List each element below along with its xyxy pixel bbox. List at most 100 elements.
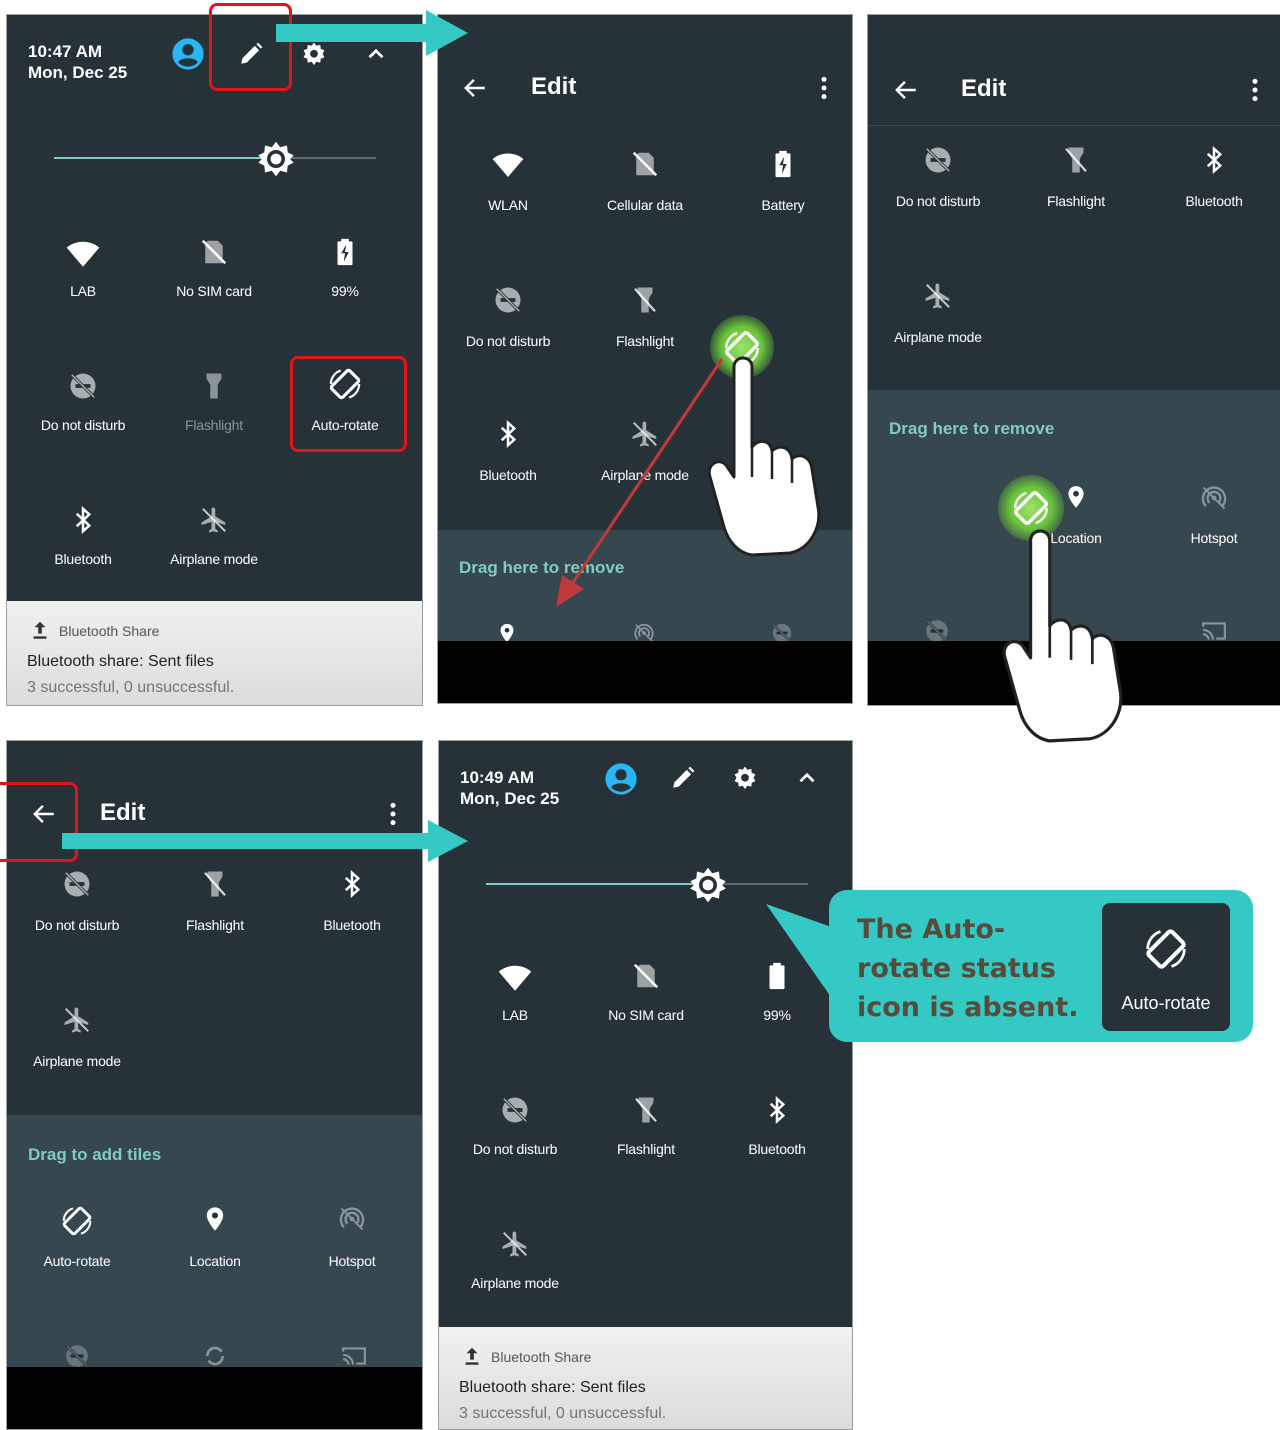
flow-arrow-2 bbox=[62, 820, 468, 862]
upload-icon bbox=[461, 1345, 483, 1367]
status-time: 10:49 AM bbox=[460, 768, 535, 787]
tile-label: Airplane mode bbox=[170, 551, 258, 567]
tile-flashlight[interactable]: Flashlight bbox=[145, 869, 285, 933]
tile-label: No SIM card bbox=[608, 1007, 684, 1023]
settings-gear-icon[interactable] bbox=[732, 765, 758, 791]
tile-dnd[interactable]: Do not disturb bbox=[7, 869, 147, 933]
nav-bar bbox=[7, 1367, 422, 1429]
tile-airplane[interactable]: Airplane mode bbox=[445, 1229, 585, 1291]
wifi-icon bbox=[498, 961, 532, 995]
tile-location[interactable]: Location bbox=[145, 1205, 285, 1269]
tile-label: LAB bbox=[70, 283, 96, 299]
tile-flashlight[interactable]: Flashlight bbox=[144, 371, 284, 433]
tile-label: Bluetooth bbox=[1185, 193, 1243, 209]
tile-sim[interactable]: No SIM card bbox=[144, 237, 284, 299]
user-icon[interactable] bbox=[171, 37, 205, 71]
tile-label: Bluetooth bbox=[54, 551, 112, 567]
airplane-icon bbox=[62, 1005, 92, 1035]
notification-app: Bluetooth Share bbox=[59, 623, 160, 639]
airplane-icon bbox=[500, 1229, 530, 1259]
tile-label: 99% bbox=[331, 283, 359, 299]
tile-label: Flashlight bbox=[185, 417, 243, 433]
drag-add-label: Drag to add tiles bbox=[28, 1145, 162, 1164]
collapse-chevron-icon[interactable] bbox=[794, 765, 820, 791]
location-icon bbox=[201, 1205, 229, 1233]
tile-label: Airplane mode bbox=[33, 1053, 121, 1069]
tile-dnd[interactable]: Do not disturb bbox=[445, 1095, 585, 1157]
tile-label: Airplane mode bbox=[894, 329, 982, 345]
tile-label: Airplane mode bbox=[471, 1275, 559, 1291]
auto-rotate-icon bbox=[61, 1205, 93, 1237]
tile-hotspot[interactable]: Hotspot bbox=[282, 1205, 422, 1269]
tile-label: LAB bbox=[502, 1007, 528, 1023]
tile-dnd[interactable]: Do not disturb bbox=[13, 371, 153, 433]
tile-battery[interactable]: 99% bbox=[275, 237, 415, 299]
hotspot-icon bbox=[338, 1205, 366, 1233]
highlight-auto-rotate bbox=[290, 356, 407, 452]
edit-title: Edit bbox=[961, 75, 1007, 102]
tile-flashlight[interactable]: Flashlight bbox=[1006, 145, 1146, 209]
user-icon[interactable] bbox=[604, 762, 638, 796]
tile-label: Bluetooth bbox=[323, 917, 381, 933]
divider bbox=[868, 125, 1280, 126]
tile-auto-rotate[interactable]: Auto-rotate bbox=[7, 1205, 147, 1269]
dnd-off-icon bbox=[64, 1343, 90, 1369]
tile-flashlight[interactable]: Flashlight bbox=[576, 1095, 716, 1157]
tile-wifi[interactable]: LAB bbox=[445, 961, 585, 1023]
flashlight-icon bbox=[1061, 145, 1091, 175]
hand-pointer-icon bbox=[706, 327, 836, 557]
tile-airplane[interactable]: Airplane mode bbox=[868, 281, 1008, 345]
do-not-disturb-icon bbox=[923, 145, 953, 175]
tile-dnd[interactable]: Do not disturb bbox=[868, 145, 1008, 209]
tile-label: Flashlight bbox=[617, 1141, 675, 1157]
flashlight-icon bbox=[199, 371, 229, 401]
tile-sim[interactable]: No SIM card bbox=[576, 961, 716, 1023]
tile-label: Bluetooth bbox=[748, 1141, 806, 1157]
brightness-icon[interactable] bbox=[258, 141, 294, 177]
tile-label: Flashlight bbox=[1047, 193, 1105, 209]
tile-label: Do not disturb bbox=[34, 917, 120, 933]
edit-pencil-icon[interactable] bbox=[670, 765, 696, 791]
no-sim-icon bbox=[199, 237, 229, 267]
tile-airplane[interactable]: Airplane mode bbox=[7, 1005, 147, 1069]
tile-bluetooth[interactable]: Bluetooth bbox=[1144, 145, 1280, 209]
more-options-icon[interactable] bbox=[1242, 77, 1268, 103]
tile-label: Hotspot bbox=[1190, 530, 1238, 546]
no-sim-icon bbox=[631, 961, 661, 991]
do-not-disturb-icon bbox=[500, 1095, 530, 1125]
drag-add-area[interactable]: Drag to add tiles Auto-rotate Location H… bbox=[7, 1115, 422, 1369]
callout-box: The Auto-rotate status icon is absent. A… bbox=[829, 890, 1253, 1042]
tile-label: Do not disturb bbox=[472, 1141, 558, 1157]
drag-remove-label: Drag here to remove bbox=[889, 419, 1055, 438]
tile-wifi[interactable]: LAB bbox=[13, 237, 153, 299]
tile-airplane[interactable]: Airplane mode bbox=[144, 505, 284, 567]
callout-tile-label: Auto-rotate bbox=[1121, 993, 1211, 1013]
notification-text: 3 successful, 0 unsuccessful. bbox=[459, 1405, 667, 1422]
wifi-icon bbox=[66, 237, 100, 271]
do-not-disturb-icon bbox=[62, 869, 92, 899]
tile-bluetooth[interactable]: Bluetooth bbox=[13, 505, 153, 567]
airplane-icon bbox=[199, 505, 229, 535]
flashlight-icon bbox=[200, 869, 230, 899]
tile-bluetooth[interactable]: Bluetooth bbox=[282, 869, 422, 933]
tile-bluetooth[interactable]: Bluetooth bbox=[707, 1095, 847, 1157]
do-not-disturb-icon bbox=[68, 371, 98, 401]
airplane-icon bbox=[923, 281, 953, 311]
back-arrow-icon[interactable] bbox=[893, 77, 919, 103]
sync-icon bbox=[202, 1343, 228, 1369]
notification-card[interactable]: Bluetooth Share Bluetooth share: Sent fi… bbox=[7, 601, 422, 705]
edit-panel-dragging: Edit WLAN Cellular data Battery Do not d… bbox=[437, 14, 853, 704]
tile-label: Location bbox=[189, 1253, 241, 1269]
brightness-icon[interactable] bbox=[690, 867, 726, 903]
upload-icon bbox=[29, 619, 51, 641]
tile-hotspot[interactable]: Hotspot bbox=[1144, 484, 1280, 546]
flow-arrow-1 bbox=[276, 10, 468, 56]
status-time: 10:47 AM bbox=[28, 42, 103, 61]
notification-card[interactable]: Bluetooth Share Bluetooth share: Sent fi… bbox=[439, 1327, 852, 1429]
auto-rotate-icon bbox=[1144, 927, 1188, 971]
status-date: Mon, Dec 25 bbox=[460, 789, 560, 808]
battery-icon bbox=[330, 237, 360, 267]
callout-text: The Auto-rotate status icon is absent. bbox=[857, 914, 1079, 1023]
hotspot-icon bbox=[1200, 484, 1228, 512]
tile-label: No SIM card bbox=[176, 283, 252, 299]
